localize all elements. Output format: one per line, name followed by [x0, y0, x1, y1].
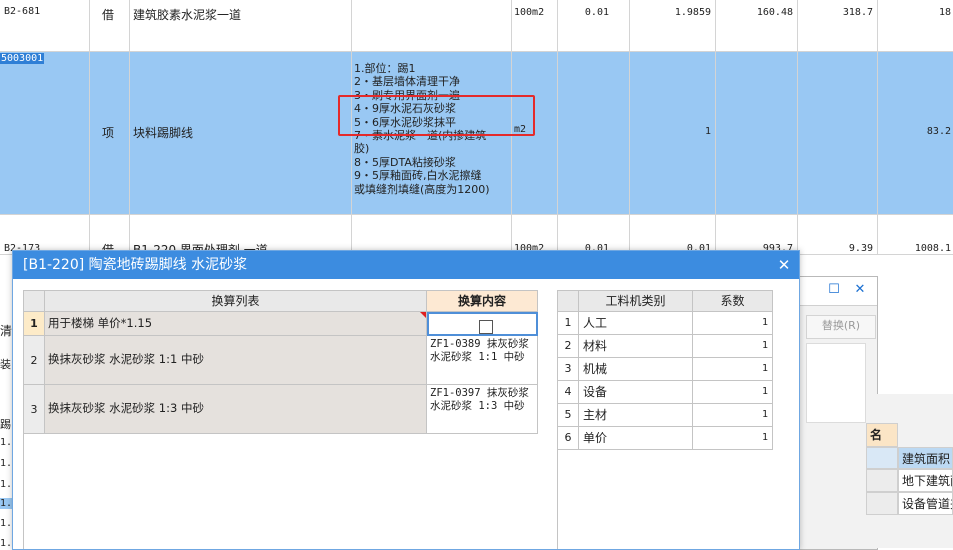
material-category[interactable]: 单价 — [579, 427, 693, 450]
conversion-item-label: 用于楼梯 单价*1.15 — [48, 316, 153, 330]
conversion-item[interactable]: 用于楼梯 单价*1.15 — [45, 312, 427, 336]
table-left-border — [23, 434, 24, 549]
row3-kind[interactable]: 借 — [90, 215, 130, 255]
left-fragment: 踢 — [0, 418, 11, 431]
right-grid-rowhdr — [866, 447, 898, 469]
conversion-content-cell[interactable]: ZF1-0397 抹灰砂浆 水泥砂浆 1:3 中砂 — [427, 385, 538, 434]
dialog-title: [B1-220] 陶瓷地砖踢脚线 水泥砂浆 — [23, 257, 248, 273]
row3-desc[interactable] — [352, 215, 512, 255]
maximize-icon[interactable]: ☐ — [827, 283, 841, 297]
desc-line: 胶) — [354, 142, 370, 156]
row1-v1[interactable]: 1.9859 — [630, 0, 716, 52]
row-number: 4 — [557, 381, 579, 404]
header-coefficient: 系数 — [693, 290, 773, 312]
conversion-content-cell[interactable]: ZF1-0389 抹灰砂浆 水泥砂浆 1:1 中砂 — [427, 336, 538, 385]
row-number: 2 — [557, 335, 579, 358]
row1-name[interactable]: 建筑胶素水泥浆一道 — [130, 0, 352, 52]
desc-line: 2・基层墙体清理干净 — [354, 75, 460, 89]
row1-unit[interactable]: 100m2 — [512, 0, 558, 52]
right-grid-rowhdr — [866, 469, 898, 492]
row-number: 3 — [557, 358, 579, 381]
coefficient-value[interactable]: 1 — [693, 381, 773, 404]
row1-desc[interactable] — [352, 0, 512, 52]
right-grid-rowhdr — [866, 492, 898, 515]
conversion-content-cell[interactable] — [427, 312, 538, 336]
material-category[interactable]: 设备 — [579, 381, 693, 404]
left-fragment: 清 — [0, 324, 13, 338]
row1-qty[interactable]: 0.01 — [558, 0, 630, 52]
desc-line: 1.部位：踢1 — [354, 62, 416, 75]
left-fragment: 装 — [0, 358, 11, 371]
header-conversion-list: 换算列表 — [45, 290, 427, 312]
conversion-item[interactable]: 换抹灰砂浆 水泥砂浆 1:1 中砂 — [45, 336, 427, 385]
row1-v2[interactable]: 160.48 — [716, 0, 798, 52]
table-corner — [557, 290, 579, 312]
table-left-border — [557, 450, 558, 549]
row2-blank3[interactable] — [798, 52, 878, 215]
highlight-box — [338, 95, 535, 136]
row2-code: 5003001 — [0, 53, 45, 64]
row3-qty[interactable]: 0.01 — [558, 215, 630, 255]
row-number: 1 — [557, 312, 579, 335]
coefficient-value[interactable]: 1 — [693, 427, 773, 450]
row2-name[interactable]: 块料踢脚线 — [130, 52, 352, 215]
row2-total[interactable]: 83.2 — [878, 52, 953, 215]
conversion-dialog: [B1-220] 陶瓷地砖踢脚线 水泥砂浆 ✕ 换算列表 换算内容 1 用于楼梯… — [12, 250, 800, 550]
close-icon[interactable]: ✕ — [775, 251, 793, 279]
header-conversion-content: 换算内容 — [427, 290, 538, 312]
row-number: 2 — [23, 336, 45, 385]
row1-kind[interactable]: 借 — [90, 0, 130, 52]
row3-name[interactable]: B1-220 界面处理剂 一道 — [130, 215, 352, 255]
desc-line: 8・5厚DTA粘接砂浆 — [354, 155, 456, 169]
row3-v2[interactable]: 993.7 — [716, 215, 798, 255]
coefficient-value[interactable]: 1 — [693, 335, 773, 358]
row2-code-cell[interactable]: 5003001 — [0, 52, 90, 215]
row3-v4[interactable]: 1008.1 — [878, 215, 953, 255]
row-number: 1 — [23, 312, 45, 336]
row3-v3[interactable]: 9.39 — [798, 215, 878, 255]
material-category[interactable]: 主材 — [579, 404, 693, 427]
row1-code[interactable]: B2-681 — [0, 0, 90, 52]
desc-line: 或填缝剂填缝(高度为1200) — [354, 182, 490, 196]
close-icon[interactable]: ✕ — [853, 283, 867, 297]
comment-marker-icon — [420, 312, 426, 318]
row-number: 5 — [557, 404, 579, 427]
header-material-category: 工料机类别 — [579, 290, 693, 312]
row1-v3[interactable]: 318.7 — [798, 0, 878, 52]
right-grid-item[interactable]: 设备管道夹 — [898, 492, 953, 515]
dialog-titlebar: [B1-220] 陶瓷地砖踢脚线 水泥砂浆 ✕ — [13, 251, 799, 279]
right-grid-item[interactable]: 地下建筑面 — [898, 469, 953, 492]
background-panel — [806, 343, 866, 423]
row2-qty[interactable]: 1 — [630, 52, 716, 215]
use-for-stairs-checkbox[interactable] — [479, 320, 493, 334]
replace-button[interactable]: 替换(R) — [806, 315, 876, 339]
row2-kind[interactable]: 项 — [90, 52, 130, 215]
coefficient-value[interactable]: 1 — [693, 404, 773, 427]
right-grid-item[interactable]: 建筑面积 — [898, 447, 953, 469]
table-corner — [23, 290, 45, 312]
material-category[interactable]: 材料 — [579, 335, 693, 358]
desc-line: 9・5厚釉面砖,白水泥擦缝 — [354, 169, 482, 183]
material-category[interactable]: 机械 — [579, 358, 693, 381]
conversion-item[interactable]: 换抹灰砂浆 水泥砂浆 1:3 中砂 — [45, 385, 427, 434]
row-number: 6 — [557, 427, 579, 450]
row2-blank2[interactable] — [716, 52, 798, 215]
row3-unit[interactable]: 100m2 — [512, 215, 558, 255]
row-number: 3 — [23, 385, 45, 434]
row1-v4[interactable]: 18 — [878, 0, 953, 52]
row3-code[interactable]: B2-173 — [0, 215, 90, 255]
material-category[interactable]: 人工 — [579, 312, 693, 335]
row3-v1[interactable]: 0.01 — [630, 215, 716, 255]
coefficient-value[interactable]: 1 — [693, 358, 773, 381]
coefficient-value[interactable]: 1 — [693, 312, 773, 335]
right-grid-header: 名 — [866, 423, 898, 447]
row2-blank[interactable] — [558, 52, 630, 215]
